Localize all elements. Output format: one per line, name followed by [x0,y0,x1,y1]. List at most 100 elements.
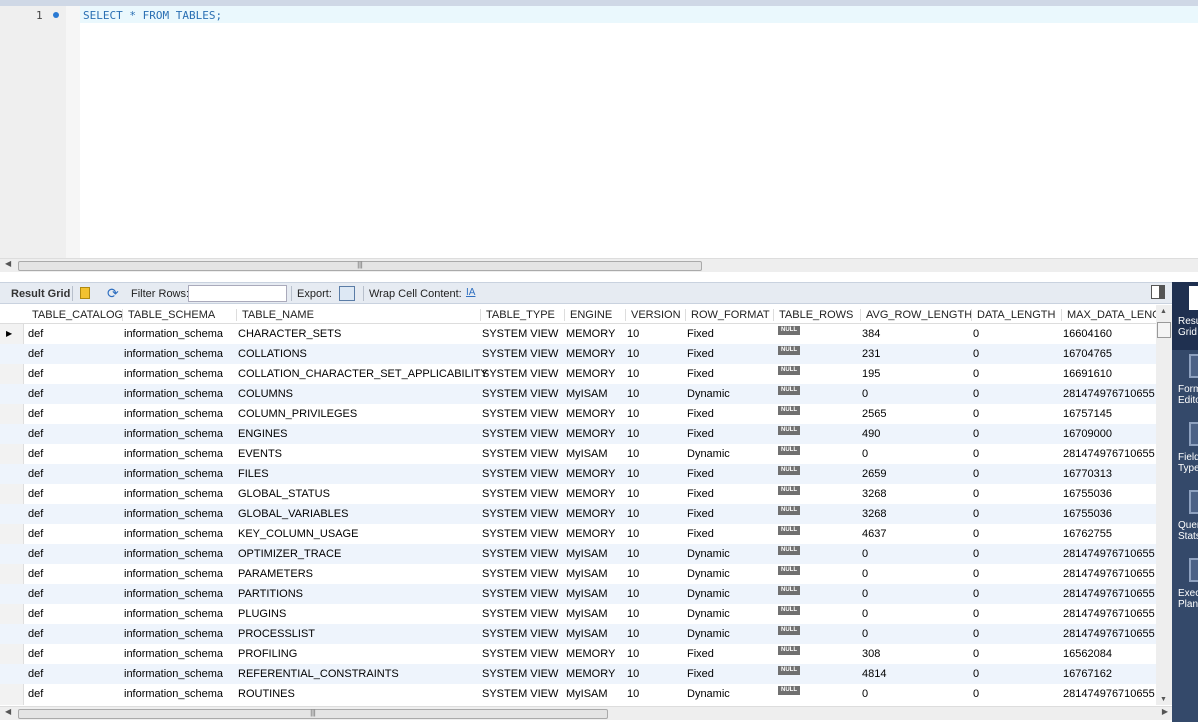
cell-table-schema[interactable]: information_schema [124,548,223,560]
cell-max-data-length[interactable]: 16604160 [1063,328,1112,340]
cell-table-catalog[interactable]: def [28,548,43,560]
cell-version[interactable]: 10 [627,428,639,440]
cell-table-type[interactable]: SYSTEM VIEW [482,528,558,540]
cell-row-format[interactable]: Fixed [687,428,714,440]
cell-table-schema[interactable]: information_schema [124,588,223,600]
scrollbar-thumb[interactable]: ||| [18,261,702,271]
cell-engine[interactable]: MEMORY [566,648,615,660]
cell-table-name[interactable]: PROCESSLIST [238,628,315,640]
null-badge[interactable]: NULL [778,486,800,495]
cell-table-schema[interactable]: information_schema [124,648,223,660]
cell-avg-row-length[interactable]: 0 [862,688,868,700]
cell-avg-row-length[interactable]: 0 [862,588,868,600]
column-header-table-type[interactable]: TABLE_TYPE [486,309,555,321]
cell-max-data-length[interactable]: 16755036 [1063,488,1112,500]
cell-table-name[interactable]: GLOBAL_STATUS [238,488,330,500]
cell-table-name[interactable]: PARAMETERS [238,568,313,580]
toggle-panel-icon[interactable] [1151,285,1165,299]
side-tab-field-types[interactable]: Field Types [1172,418,1198,486]
table-row[interactable]: def information_schema ENGINES SYSTEM VIEW M… [0,424,1156,444]
cell-data-length[interactable]: 0 [973,428,979,440]
cell-max-data-length[interactable]: 281474976710655 [1063,688,1155,700]
sql-editor[interactable]: 1 SELECT * FROM TABLES; [0,6,1198,258]
cell-row-format[interactable]: Fixed [687,648,714,660]
column-divider[interactable] [236,309,237,321]
cell-version[interactable]: 10 [627,488,639,500]
cell-version[interactable]: 10 [627,348,639,360]
cell-max-data-length[interactable]: 16762755 [1063,528,1112,540]
cell-engine[interactable]: MEMORY [566,508,615,520]
table-row[interactable]: ▶ def information_schema CHARACTER_SETS SYST… [0,324,1156,344]
cell-table-type[interactable]: SYSTEM VIEW [482,388,558,400]
column-header-avg-row-length[interactable]: AVG_ROW_LENGTH [866,309,972,321]
cell-avg-row-length[interactable]: 2565 [862,408,886,420]
cell-table-name[interactable]: COLUMNS [238,388,293,400]
cell-table-type[interactable]: SYSTEM VIEW [482,508,558,520]
cell-avg-row-length[interactable]: 490 [862,428,880,440]
cell-table-catalog[interactable]: def [28,668,43,680]
cell-data-length[interactable]: 0 [973,368,979,380]
column-divider[interactable] [773,309,774,321]
cell-table-type[interactable]: SYSTEM VIEW [482,488,558,500]
cell-row-format[interactable]: Dynamic [687,608,730,620]
table-row[interactable]: def information_schema PLUGINS SYSTEM VIEW M… [0,604,1156,624]
null-badge[interactable]: NULL [778,426,800,435]
cell-version[interactable]: 10 [627,688,639,700]
cell-avg-row-length[interactable]: 0 [862,448,868,460]
cell-version[interactable]: 10 [627,368,639,380]
table-row[interactable]: def information_schema PARAMETERS SYSTEM VI… [0,564,1156,584]
cell-row-format[interactable]: Fixed [687,528,714,540]
cell-table-type[interactable]: SYSTEM VIEW [482,648,558,660]
cell-row-format[interactable]: Fixed [687,668,714,680]
cell-table-type[interactable]: SYSTEM VIEW [482,568,558,580]
cell-version[interactable]: 10 [627,508,639,520]
cell-table-schema[interactable]: information_schema [124,608,223,620]
cell-row-format[interactable]: Fixed [687,408,714,420]
column-divider[interactable] [860,309,861,321]
column-header-version[interactable]: VERSION [631,309,681,321]
cell-max-data-length[interactable]: 281474976710655 [1063,628,1155,640]
cell-table-catalog[interactable]: def [28,368,43,380]
cell-table-catalog[interactable]: def [28,608,43,620]
table-row[interactable]: def information_schema KEY_COLUMN_USAGE SYS… [0,524,1156,544]
null-badge[interactable]: NULL [778,386,800,395]
table-row[interactable]: def information_schema COLLATIONS SYSTEM VI… [0,344,1156,364]
cell-table-type[interactable]: SYSTEM VIEW [482,328,558,340]
cell-max-data-length[interactable]: 16770313 [1063,468,1112,480]
cell-table-schema[interactable]: information_schema [124,488,223,500]
cell-row-format[interactable]: Fixed [687,468,714,480]
column-divider[interactable] [564,309,565,321]
cell-max-data-length[interactable]: 16755036 [1063,508,1112,520]
refresh-icon[interactable]: ⟳ [107,285,119,302]
grid-vertical-scrollbar[interactable]: ▲ ▼ [1156,305,1172,705]
cell-table-name[interactable]: OPTIMIZER_TRACE [238,548,341,560]
null-badge[interactable]: NULL [778,626,800,635]
cell-engine[interactable]: MyISAM [566,628,608,640]
cell-table-catalog[interactable]: def [28,568,43,580]
cell-avg-row-length[interactable]: 0 [862,628,868,640]
cell-data-length[interactable]: 0 [973,668,979,680]
column-divider[interactable] [122,309,123,321]
cell-table-type[interactable]: SYSTEM VIEW [482,348,558,360]
cell-data-length[interactable]: 0 [973,588,979,600]
cell-table-schema[interactable]: information_schema [124,628,223,640]
cell-table-name[interactable]: PROFILING [238,648,297,660]
cell-row-format[interactable]: Fixed [687,488,714,500]
table-row[interactable]: def information_schema FILES SYSTEM VIEW MEM… [0,464,1156,484]
cell-data-length[interactable]: 0 [973,388,979,400]
cell-max-data-length[interactable]: 281474976710655 [1063,568,1155,580]
null-badge[interactable]: NULL [778,326,800,335]
table-row[interactable]: def information_schema GLOBAL_STATUS SYSTEM… [0,484,1156,504]
cell-data-length[interactable]: 0 [973,348,979,360]
export-icon[interactable] [339,286,355,301]
cell-table-schema[interactable]: information_schema [124,368,223,380]
cell-table-type[interactable]: SYSTEM VIEW [482,668,558,680]
side-tab-result-grid[interactable]: Result Grid [1172,282,1198,350]
cell-table-name[interactable]: ROUTINES [238,688,295,700]
result-grid[interactable]: ▶ def information_schema CHARACTER_SETS SYST… [0,305,1156,705]
cell-data-length[interactable]: 0 [973,548,979,560]
cell-avg-row-length[interactable]: 0 [862,388,868,400]
null-badge[interactable]: NULL [778,686,800,695]
cell-data-length[interactable]: 0 [973,528,979,540]
cell-max-data-length[interactable]: 16767162 [1063,668,1112,680]
